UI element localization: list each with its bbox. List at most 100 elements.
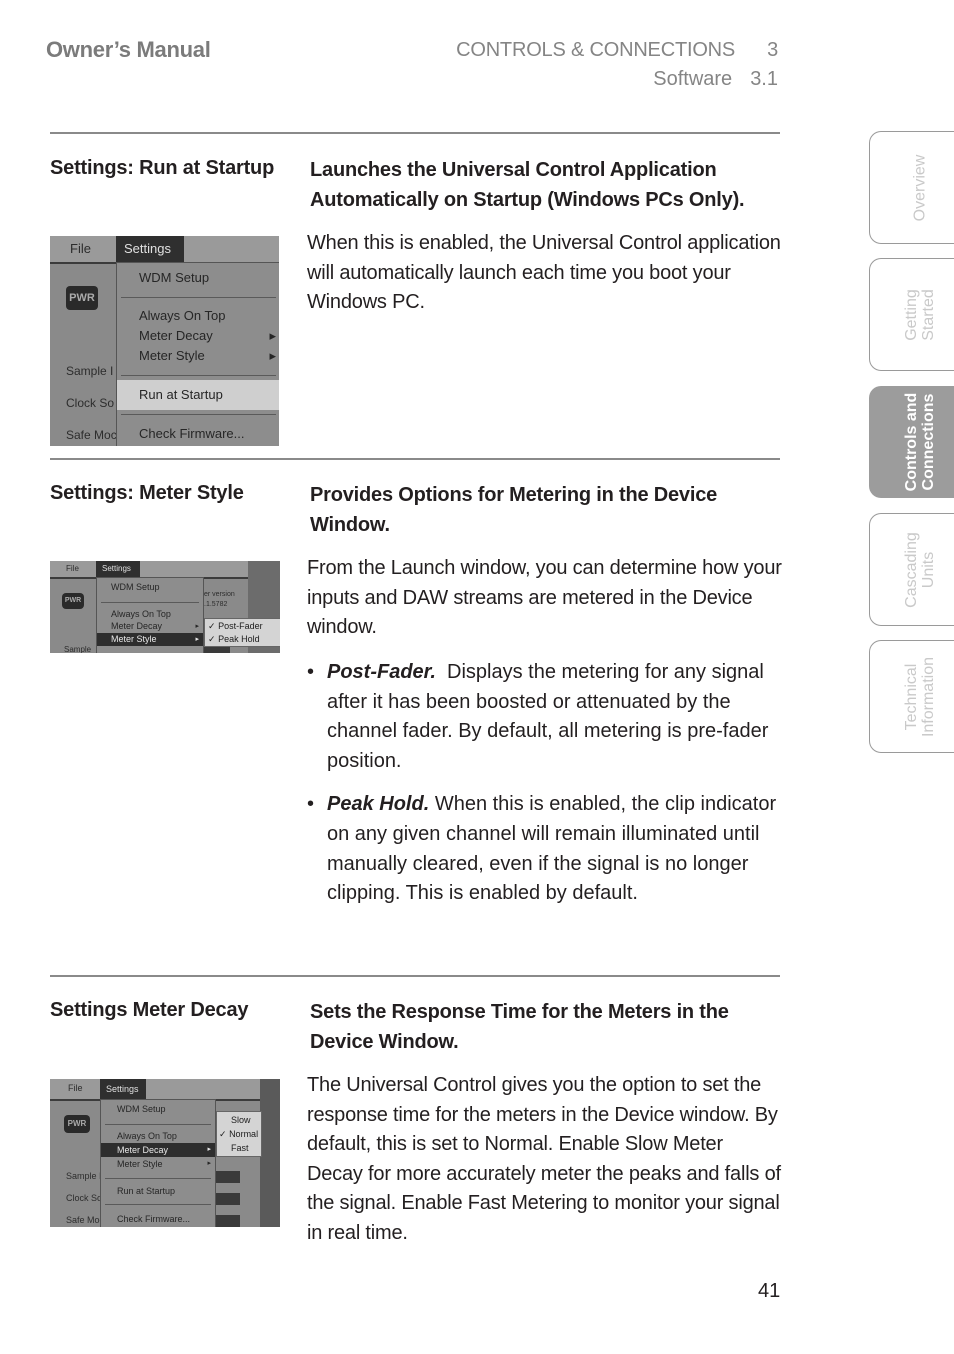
list-item-peak-hold: • Peak Hold. When this is enabled, the cl… (307, 790, 782, 908)
menu-item-meter-decay: Meter Decay ▸ (117, 325, 279, 347)
settings-dropdown: WDM Setup Always On Top Meter Decay ▸ Met… (100, 1099, 216, 1227)
menu-item-check-firmware: Check Firmware... (139, 426, 245, 441)
bullet-icon: • (307, 661, 315, 683)
menu-item-always-on-top: Always On Top (139, 308, 226, 323)
side-label: Clock So (66, 1193, 103, 1203)
menu-separator (105, 1204, 211, 1205)
setting-title-meter-style: Provides Options for Metering in the Dev… (310, 484, 718, 536)
chapter-heading: CONTROLS & CONNECTIONS 3 (456, 39, 778, 62)
meter-style-submenu: ✓ Post-Fader ✓ Peak Hold (204, 618, 280, 647)
menu-item-label: Meter Decay (117, 1145, 169, 1155)
menu-settings: Settings (100, 1079, 146, 1099)
presonus-logo-icon: PWR (64, 1115, 90, 1133)
menu-separator (121, 375, 276, 376)
section-divider (50, 458, 780, 460)
tab-label-line: Units (920, 551, 937, 588)
submenu-item-label: Normal (229, 1129, 259, 1139)
tab-label-line: Controls and (903, 392, 920, 492)
tab-label: Cascading Units (903, 515, 937, 625)
menu-item-run-at-startup: Run at Startup (117, 380, 279, 410)
side-label: Sample I (66, 1171, 102, 1181)
tab-label: Technical Information (903, 642, 937, 752)
submenu-item-post-fader: ✓ Post-Fader (205, 620, 280, 632)
menubar: File Settings (50, 236, 279, 264)
menu-item-meter-style: Meter Style ▸ (97, 633, 203, 646)
menu-item-run-at-startup: Run at Startup (117, 1186, 176, 1196)
settings-dropdown: WDM Setup Always On Top Meter Decay ▸ Met… (96, 577, 204, 653)
option-term: Post-Fader. (327, 661, 436, 683)
menu-item-meter-decay: Meter Decay ▸ (97, 620, 203, 633)
dropdown-control (216, 1193, 240, 1205)
menu-item-meter-style: Meter Style ▸ (117, 345, 279, 367)
tab-label-line: Technical (903, 663, 920, 730)
menu-file: File (66, 564, 79, 573)
section-number: 3.1 (750, 68, 778, 90)
chapter-tab-technical-information[interactable]: Technical Information (869, 640, 954, 753)
menu-item-label: Meter Style (139, 348, 205, 363)
menu-file: File (70, 241, 91, 256)
chapter-tab-overview[interactable]: Overview (869, 131, 954, 244)
meter-decay-submenu: Slow ✓ Normal Fast (216, 1111, 262, 1157)
setting-description-meter-style: From the Launch window, you can determin… (307, 557, 782, 639)
menu-separator (121, 414, 276, 415)
settings-dropdown: WDM Setup Always On Top Meter Decay ▸ Met… (116, 262, 279, 446)
page-number: 41 (758, 1280, 781, 1302)
list-item-post-fader: • Post-Fader. Displays the metering for a… (307, 658, 782, 776)
side-label: Safe Moc (66, 428, 117, 442)
section-heading: Software 3.1 (653, 68, 778, 91)
presonus-logo-icon: PWR (62, 593, 84, 609)
chapter-tab-cascading-units[interactable]: Cascading Units (869, 513, 954, 626)
side-label: Safe Moc (66, 1215, 105, 1225)
submenu-item-peak-hold: ✓ Peak Hold (205, 633, 280, 645)
chapter-tab-getting-started[interactable]: Getting Started (869, 258, 954, 371)
section-divider (50, 975, 780, 977)
tab-label-line: Started (920, 288, 937, 341)
submenu-arrow-icon: ▸ (195, 636, 199, 643)
menu-separator (105, 1124, 211, 1125)
chapter-tab-controls-and-connections[interactable]: Controls and Connections (869, 386, 954, 498)
menu-item-label: Meter Decay (111, 621, 163, 631)
screenshot-meter-style: File Settings PWR Sample er version .1.5… (50, 561, 280, 653)
submenu-item-label: Post-Fader (218, 621, 263, 631)
tab-label-line: Cascading (903, 531, 920, 608)
section-label: Software (653, 68, 733, 90)
submenu-item-fast: Fast (231, 1143, 249, 1153)
checkmark-icon: ✓ (208, 621, 216, 631)
screenshot-meter-decay: File Settings PWR Sample I Clock So Safe… (50, 1079, 280, 1227)
setting-label-run-at-startup: Settings: Run at Startup (50, 157, 275, 179)
tab-label-line: Getting (903, 288, 920, 341)
menu-item-wdm-setup: WDM Setup (139, 270, 210, 285)
menu-item-label: Meter Decay (139, 328, 213, 343)
setting-description-meter-decay: The Universal Control gives you the opti… (307, 1074, 781, 1244)
tab-label-line: Connections (920, 393, 937, 491)
menu-item-check-firmware: Check Firmware... (117, 1214, 191, 1224)
version-number: .1.5782 (204, 601, 228, 608)
menu-item-meter-style: Meter Style ▸ (101, 1157, 215, 1171)
version-label: er version (204, 591, 235, 598)
submenu-arrow-icon: ▸ (269, 348, 276, 363)
dropdown-control (216, 1171, 240, 1183)
menu-item-always-on-top: Always On Top (117, 1131, 177, 1141)
menu-item-label: Meter Style (111, 634, 157, 644)
setting-label-meter-decay: Settings Meter Decay (50, 999, 249, 1021)
menu-item-label: Meter Style (117, 1159, 163, 1169)
window-edge (260, 1079, 280, 1227)
menu-settings: Settings (116, 236, 184, 262)
option-term: Peak Hold. (327, 793, 430, 816)
bullet-icon: • (307, 793, 315, 816)
tab-label: Controls and Connections (903, 387, 937, 497)
dropdown-control (216, 1215, 240, 1227)
setting-title-run-at-startup: Launches the Universal Control Applicati… (310, 159, 745, 211)
checkmark-icon: ✓ (219, 1129, 227, 1139)
presonus-logo-icon: PWR (66, 286, 98, 310)
menu-item-wdm-setup: WDM Setup (117, 1104, 166, 1114)
menu-item-meter-decay: Meter Decay ▸ (101, 1143, 215, 1157)
chapter-label: CONTROLS & CONNECTIONS (456, 39, 736, 61)
menu-separator (121, 297, 276, 298)
meter-style-options-list: • Post-Fader. Displays the metering for a… (307, 658, 782, 923)
side-label: Sample (64, 645, 92, 653)
setting-title-meter-decay: Sets the Response Time for the Meters in… (310, 1001, 729, 1053)
checkmark-icon: ✓ (208, 634, 216, 644)
submenu-item-slow: Slow (231, 1115, 251, 1125)
manual-title: Owner’s Manual (46, 37, 211, 62)
